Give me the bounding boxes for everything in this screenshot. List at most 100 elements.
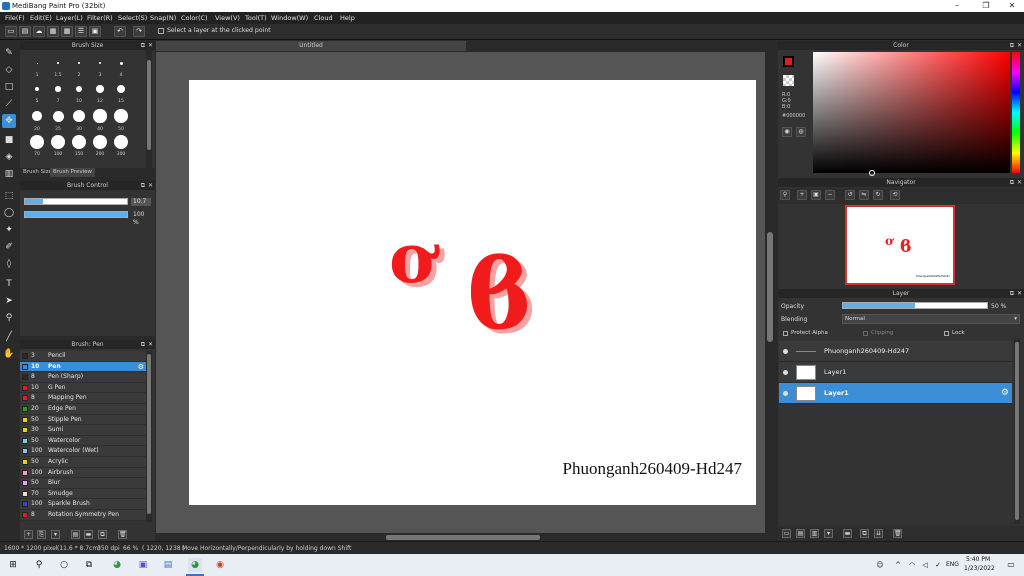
brush-size-dot[interactable] [71,134,87,150]
fit-window-icon[interactable]: ▣ [811,190,821,200]
brush-add-icon[interactable]: + [24,530,33,539]
brush-list-item[interactable]: 100 Watercolor (Wet) [20,446,146,457]
brush-size-dot[interactable] [92,134,108,150]
brush-size-dot[interactable] [35,87,39,91]
brush-size-dot[interactable] [119,61,123,65]
menu-select[interactable]: Select(S) [118,12,147,24]
gear-icon[interactable]: ⚙ [1001,388,1009,398]
layer-opacity-slider[interactable] [842,302,988,309]
wifi-icon[interactable]: ◠ [905,558,919,572]
menu-edit[interactable]: Edit(E) [30,12,52,24]
merge-layer-icon[interactable]: ⇊ [874,529,883,538]
layer-row-selected[interactable]: Layer1 ⚙ [779,383,1012,404]
search-icon[interactable]: ⚲ [32,558,46,572]
palette-icon[interactable]: ◉ [782,127,792,137]
fill-rect-tool-icon[interactable]: ■ [2,133,16,147]
brush-duplicate-icon[interactable]: ⧉ [98,530,107,539]
brush-folder-icon[interactable]: ▾ [51,530,60,539]
brush-size-slider[interactable] [24,198,128,205]
clock-time[interactable]: 5:40 PM [966,556,990,563]
duplicate-layer-icon[interactable]: ⧉ [860,529,869,538]
teams-icon[interactable]: ▣ [136,558,150,572]
panel-popout-icon[interactable]: ⧉ [141,41,145,50]
close-button[interactable]: ✕ [1001,0,1023,12]
clock-date[interactable]: 1/23/2022 [964,565,995,572]
tab-brush-preview[interactable]: Brush Preview [50,168,96,177]
menu-color[interactable]: Color(C) [181,12,208,24]
panel-popout-icon[interactable]: ⧉ [1010,41,1014,50]
hand-tool-icon[interactable]: ✋ [2,347,16,361]
visibility-eye-icon[interactable] [783,349,788,354]
magic-wand-icon[interactable]: ✦ [2,223,16,237]
brush-list-item[interactable]: 8 Rotation Symmetry Pen [20,510,146,521]
task-view-icon[interactable]: ⧉ [82,558,96,572]
brush-copy-icon[interactable]: ⎘ [37,530,46,539]
hue-slider[interactable] [1012,52,1020,173]
app-icon-blue[interactable]: ▤ [161,558,175,572]
maximize-button[interactable]: ❐ [975,0,997,12]
workspace-vscroll[interactable] [765,52,775,534]
panel-icon[interactable]: ▣ [89,26,101,37]
primary-color-swatch[interactable] [783,56,794,67]
canvas[interactable]: ơ ơ ϐ ϐ Phuonganh260409-Hd247 [189,80,756,505]
brush-size-dot[interactable] [55,86,61,92]
panel-close-icon[interactable]: ✕ [1017,41,1022,50]
brush-size-scrollbar[interactable] [146,50,152,168]
brush-size-dot[interactable] [32,111,42,121]
menu-tool[interactable]: Tool(T) [245,12,267,24]
layer-row[interactable]: Layer1 [779,362,1012,383]
navigator-preview[interactable]: ơ ϐ Phuonganh260409-Hd247 [845,205,955,285]
brush-size-dot[interactable] [75,85,83,93]
people-icon[interactable]: ☺ [873,558,887,572]
select-tool-icon[interactable]: ⬚ [2,189,16,203]
move-tool-icon[interactable]: ✥ [2,114,16,128]
brush-size-dot[interactable] [36,62,38,64]
brush-list-item[interactable]: 8 Mapping Pen [20,393,146,404]
select-layer-checkbox[interactable] [158,28,164,34]
panel-popout-icon[interactable]: ⧉ [141,340,145,349]
save-icon[interactable]: ▤ [19,26,31,37]
brush-size-dot[interactable] [72,109,86,123]
ruler-tool-icon[interactable]: ╱ [2,330,16,344]
app-icon-active[interactable]: ◕ [188,558,202,572]
color-history-icon[interactable]: ◍ [796,127,806,137]
menu-cloud[interactable]: Cloud [314,12,333,24]
brush-list-scrollbar[interactable] [146,351,152,522]
brush-size-dot[interactable] [116,84,126,94]
menu-view[interactable]: View(V) [215,12,240,24]
input-language[interactable]: ENG [946,561,959,568]
line-tool-icon[interactable]: ⟋ [2,97,16,111]
panel-close-icon[interactable]: ✕ [1017,178,1022,187]
brush-opacity-slider[interactable] [24,211,128,218]
brush-list-item[interactable]: 10 G Pen [20,382,146,394]
new-halftone-layer-icon[interactable]: ▤ [796,529,805,538]
menu-help[interactable]: Help [340,12,355,24]
menu-window[interactable]: Window(W) [271,12,308,24]
select-eraser-icon[interactable]: ◊ [2,257,16,271]
brush-list-item[interactable]: 50 Blur [20,478,146,489]
rotate-left-icon[interactable]: ↺ [845,190,855,200]
brush-size-dot[interactable] [98,61,102,65]
text-tool-icon[interactable]: T [2,277,16,291]
comic-icon[interactable]: ▦ [47,26,59,37]
grid-icon[interactable]: ▦ [61,26,73,37]
brush-size-dot[interactable] [96,85,104,93]
brush-tool-icon[interactable]: ✎ [2,46,16,60]
layer-folder-icon[interactable]: ▬ [843,529,852,538]
chevron-up-icon[interactable]: ^ [891,558,905,572]
brush-list-item[interactable]: 8 Pen (Sharp) [20,372,146,383]
brush-list-item[interactable]: 100 Airbrush [20,467,146,479]
reset-view-icon[interactable]: ⟲ [890,190,900,200]
clipping-checkbox[interactable] [863,331,868,336]
gradient-tool-icon[interactable]: ▥ [2,167,16,181]
new-file-icon[interactable]: ▭ [5,26,17,37]
document-tab[interactable]: Untitled [156,41,466,51]
menu-file[interactable]: File(F) [5,12,25,24]
notification-icon[interactable]: ▭ [1004,558,1018,572]
brush-size-dot[interactable] [93,109,107,123]
brush-settings-icon[interactable]: ▤ [71,530,80,539]
brush-list-item[interactable]: 100 Sparkle Brush [20,499,146,510]
eraser-tool-icon[interactable]: ◇ [2,63,16,77]
color-picker-handle[interactable] [869,170,875,176]
rotate-right-icon[interactable]: ↻ [873,190,883,200]
